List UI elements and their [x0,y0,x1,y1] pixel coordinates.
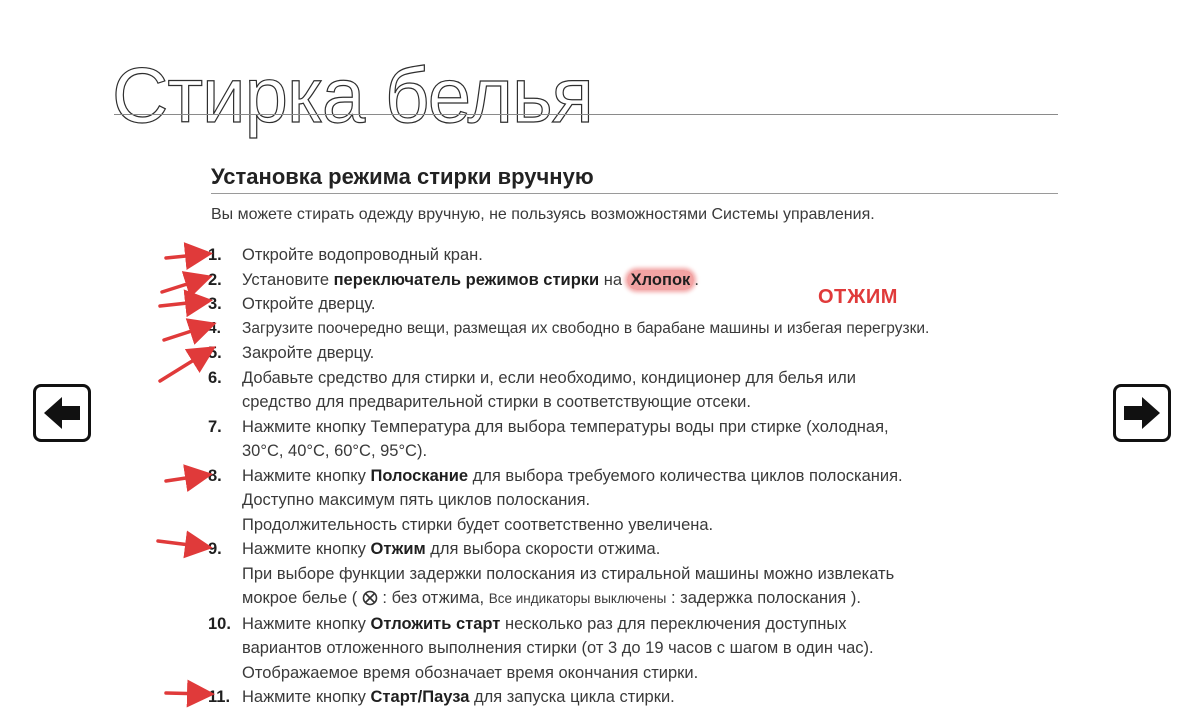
step-text: Продолжительность стирки будет соответст… [242,515,714,534]
step-text: 30°C, 40°C, 60°C, 95°C). [242,442,428,460]
step-1: 1. Откройте водопроводный кран. [208,243,1068,268]
step-bold: Старт/Пауза [370,688,470,706]
arrow-mark [158,346,216,383]
step-9: 9. Нажмите кнопку Отжим для выбора скоро… [208,537,1068,612]
page-title: Стирка белья [111,51,594,139]
previous-page-button[interactable] [33,384,91,442]
step-text: Нажмите кнопку [242,614,371,633]
step-bold: Отложить старт [370,614,501,633]
arrow-left-icon [44,397,80,429]
step-5: 5. Закройте дверцу. [208,341,1068,366]
arrow-mark [162,318,217,345]
arrow-mark [156,530,213,559]
step-text: несколько раз для переключения доступных [500,614,847,633]
step-text: на [599,270,627,289]
arrow-mark [164,464,213,492]
step-text: Установите [242,270,334,289]
step-text: Нажмите кнопку [242,688,371,706]
arrow-mark [164,242,213,271]
step-text: Нажмите кнопку [242,466,371,485]
step-number: 2. [208,270,222,289]
step-text: Нажмите кнопку [242,540,371,558]
arrow-mark [160,271,213,298]
step-8: 8. Нажмите кнопку Полоскание для выбора … [208,464,1068,538]
steps-list: 1. Откройте водопроводный кран. 2. Устан… [208,243,1068,710]
step-text: для выбора требуемого количества циклов … [468,466,903,485]
step-4: 4. Загрузите поочередно вещи, размещая и… [208,317,1068,342]
step-text: Откройте водопроводный кран. [242,246,483,264]
arrow-mark [158,289,213,318]
step-text: Доступно максимум пять циклов полоскания… [242,491,591,509]
step-number: 5. [208,344,222,362]
next-page-button[interactable] [1113,384,1171,442]
step-text: При выборе функции задержки полоскания и… [242,564,895,583]
step-note: Все индикаторы выключены [488,591,667,606]
step-text: Откройте дверцу. [242,295,376,313]
step-bold: Отжим [370,540,426,558]
step-bold: переключатель режимов стирки [333,270,600,289]
highlighted-mode: Хлопок [626,269,695,290]
step-number: 6. [208,368,222,387]
step-number: 4. [208,319,221,337]
step-bold: Полоскание [370,466,469,485]
step-number: 11. [208,688,231,706]
step-text: мокрое белье ( [242,589,358,607]
step-7: 7. Нажмите кнопку Температура для выбора… [208,415,1068,464]
step-text: . [694,270,699,289]
step-text: Загрузите поочередно вещи, размещая их с… [242,319,930,337]
step-number: 1. [208,246,222,264]
step-text: средство для предварительной стирки в со… [242,393,751,411]
step-11: 11. Нажмите кнопку Старт/Пауза для запус… [208,685,1068,710]
step-10: 10. Нажмите кнопку Отложить старт нескол… [208,612,1068,686]
no-spin-icon [362,590,378,606]
step-number: 7. [208,417,222,436]
step-text: Отображаемое время обозначает время окон… [242,663,699,682]
step-text: Нажмите кнопку Температура для выбора те… [242,417,889,436]
step-number: 3. [208,295,222,313]
section-heading: Установка режима стирки вручную [211,164,594,189]
step-number: 10. [208,614,231,633]
step-text: вариантов отложенного выполнения стирки … [242,639,874,657]
step-number: 8. [208,466,222,485]
step-3: 3. Откройте дверцу. [208,292,1068,317]
step-number: 9. [208,540,222,558]
arrow-mark [164,679,215,708]
step-text: Добавьте средство для стирки и, если нео… [242,368,856,387]
step-text: : задержка полоскания ). [666,589,861,607]
step-6: 6. Добавьте средство для стирки и, если … [208,366,1068,415]
step-text: для выбора скорости отжима. [425,540,661,558]
arrow-right-icon [1124,397,1160,429]
annotation-label: ОТЖИМ [818,286,898,308]
title-rule [114,114,1058,115]
step-text: : без отжима, [382,589,489,607]
section-rule [211,193,1058,194]
step-text: Закройте дверцу. [242,344,375,362]
step-text: для запуска цикла стирки. [469,688,675,706]
intro-text: Вы можете стирать одежду вручную, не пол… [211,206,875,223]
step-2: 2. Установите переключатель режимов стир… [208,268,1068,293]
